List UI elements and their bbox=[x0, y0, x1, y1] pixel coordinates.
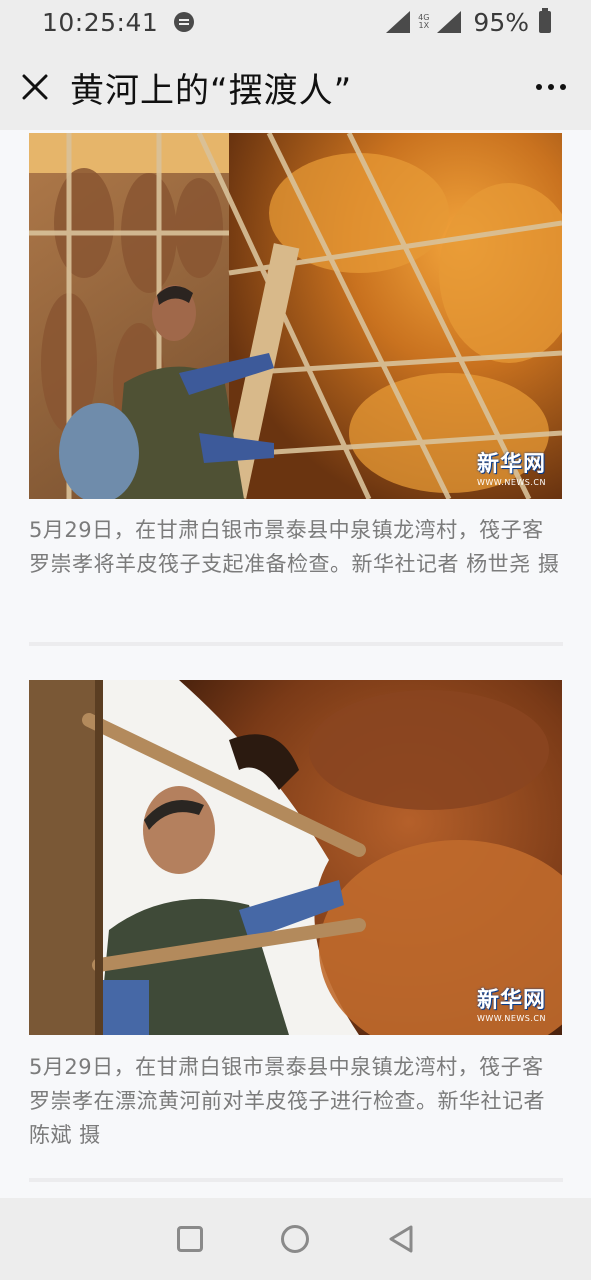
close-button[interactable] bbox=[0, 44, 70, 130]
system-nav-bar bbox=[0, 1198, 591, 1280]
article-photo-2[interactable]: 新华网 WWW.NEWS.CN bbox=[29, 680, 562, 1035]
watermark: 新华网 WWW.NEWS.CN bbox=[477, 446, 546, 487]
status-icons: 4G 1X 95% bbox=[386, 8, 551, 37]
watermark-url: WWW.NEWS.CN bbox=[476, 1014, 546, 1023]
close-icon bbox=[22, 74, 48, 100]
message-notification-icon bbox=[174, 12, 195, 32]
home-icon[interactable] bbox=[280, 1225, 309, 1253]
more-icon-dot bbox=[548, 84, 554, 90]
page-title: 黄河上的“摆渡人” bbox=[70, 70, 353, 111]
back-icon[interactable] bbox=[387, 1224, 415, 1254]
watermark-url: WWW.NEWS.CN bbox=[476, 478, 546, 487]
more-icon-dot bbox=[536, 84, 542, 90]
status-time: 10:25:41 bbox=[42, 7, 159, 37]
battery-percentage: 95% bbox=[473, 7, 529, 37]
recents-icon[interactable] bbox=[176, 1226, 203, 1252]
divider bbox=[29, 642, 563, 646]
watermark: 新华网 WWW.NEWS.CN bbox=[477, 982, 546, 1023]
watermark-logo: 新华网 bbox=[476, 988, 546, 1013]
more-icon-dot bbox=[560, 84, 566, 90]
nav-bar: 黄河上的“摆渡人” bbox=[0, 44, 591, 130]
network-type: 4G 1X bbox=[418, 14, 429, 30]
article-content[interactable]: 新华网 WWW.NEWS.CN 5月29日，在甘肃白银市景泰县中泉镇龙湾村，筏子… bbox=[0, 130, 591, 1198]
more-button[interactable] bbox=[511, 44, 591, 130]
battery-icon bbox=[539, 8, 551, 33]
divider bbox=[29, 1178, 563, 1182]
network-type-bottom: 1X bbox=[418, 21, 430, 30]
status-bar: 10:25:41 4G 1X 95% bbox=[0, 0, 591, 44]
photo-caption: 5月29日，在甘肃白银市景泰县中泉镇龙湾村，筏子客罗崇孝将羊皮筏子支起准备检查。… bbox=[29, 518, 560, 576]
photo-raft-frame bbox=[29, 133, 562, 499]
article-photo-1[interactable]: 新华网 WWW.NEWS.CN bbox=[29, 133, 562, 499]
signal-icon bbox=[386, 11, 411, 33]
watermark-logo: 新华网 bbox=[476, 452, 546, 477]
photo-caption: 5月29日，在甘肃白银市景泰县中泉镇龙湾村，筏子客罗崇孝在漂流黄河前对羊皮筏子进… bbox=[29, 1055, 545, 1147]
signal-icon-2 bbox=[437, 11, 462, 33]
